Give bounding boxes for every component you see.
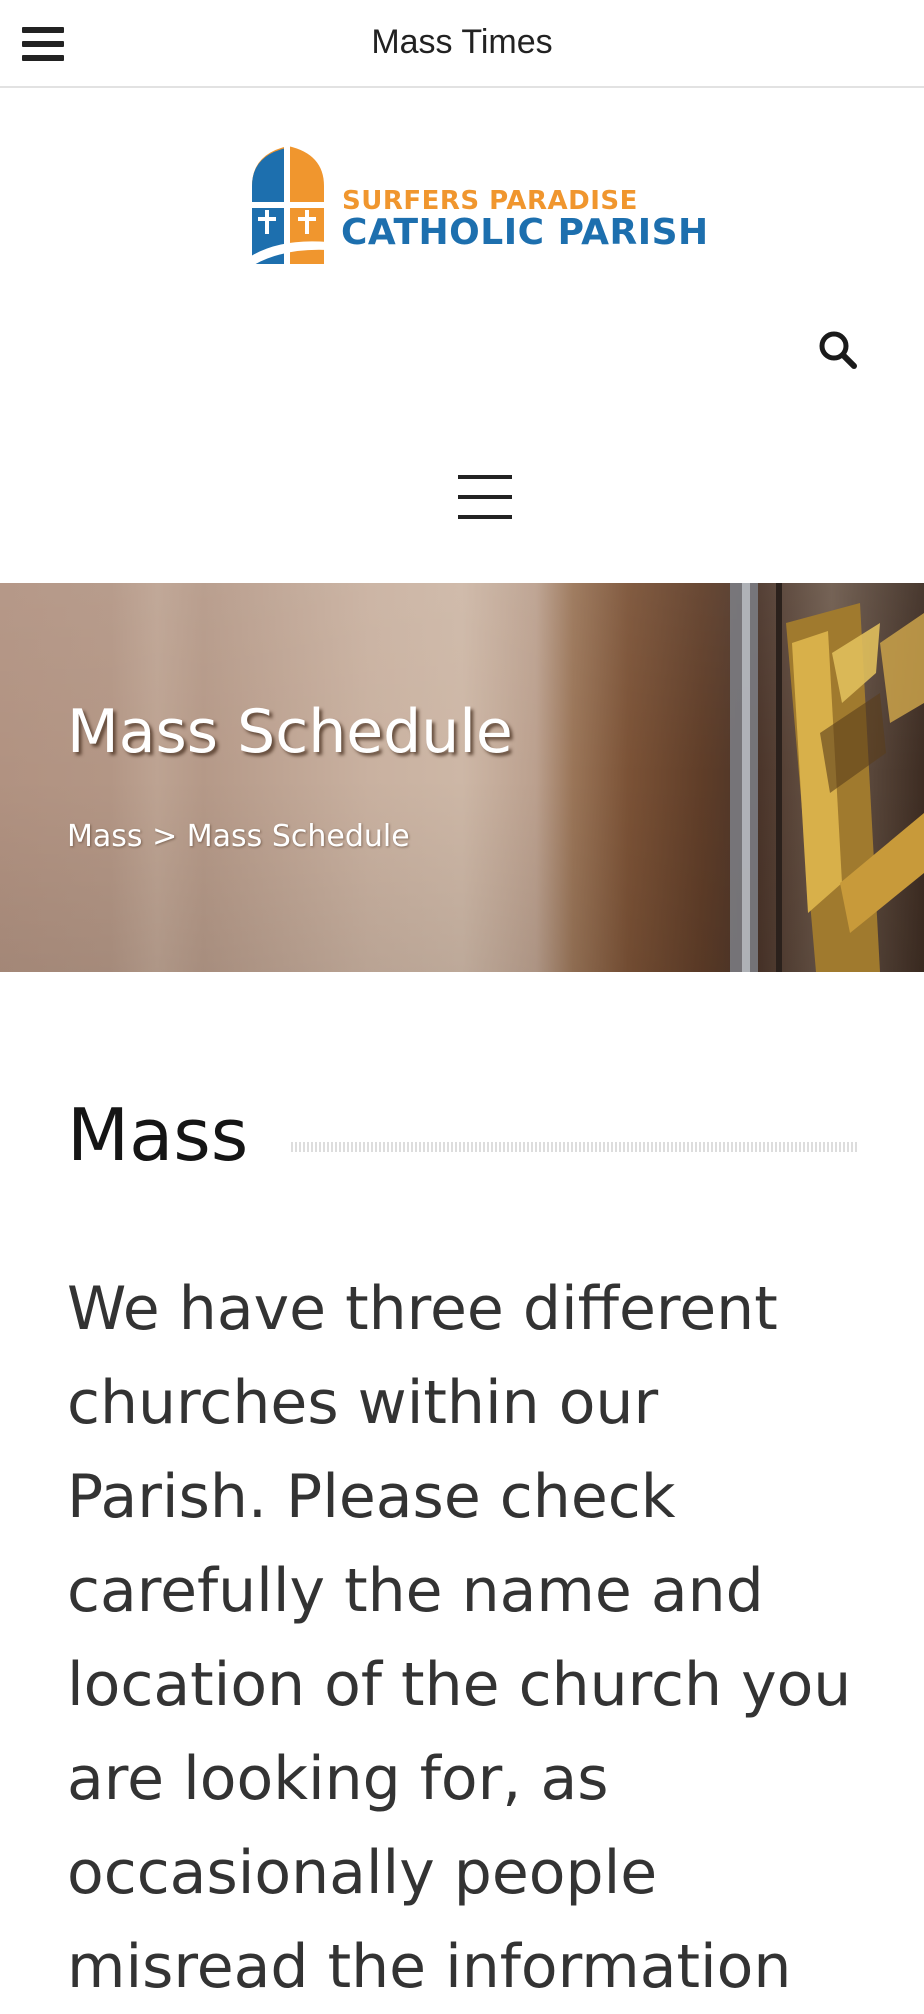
hero-background-image: [730, 583, 924, 972]
hero-title: Mass Schedule: [67, 697, 513, 767]
logo-text-bottom: CATHOLIC PARISH: [341, 212, 709, 253]
section-heading: Mass: [67, 1093, 249, 1177]
breadcrumb-link-mass[interactable]: Mass: [67, 819, 143, 854]
search-icon: [819, 331, 857, 369]
breadcrumb: Mass > Mass Schedule: [67, 819, 410, 854]
hero-banner: Mass Schedule Mass > Mass Schedule: [0, 583, 924, 972]
page-title: Mass Times: [371, 23, 553, 61]
section-header: Mass: [67, 1090, 857, 1180]
breadcrumb-current: Mass Schedule: [186, 819, 410, 854]
heading-divider: [291, 1142, 857, 1152]
menu-icon[interactable]: [458, 475, 512, 519]
breadcrumb-separator: >: [152, 819, 178, 854]
intro-paragraph: We have three different churches within …: [67, 1274, 852, 2002]
parish-logo[interactable]: SURFERS PARADISE CATHOLIC PARISH: [248, 146, 708, 266]
church-logo-icon: [248, 146, 328, 266]
top-app-bar: Mass Times: [0, 0, 924, 88]
search-button[interactable]: [816, 328, 860, 372]
